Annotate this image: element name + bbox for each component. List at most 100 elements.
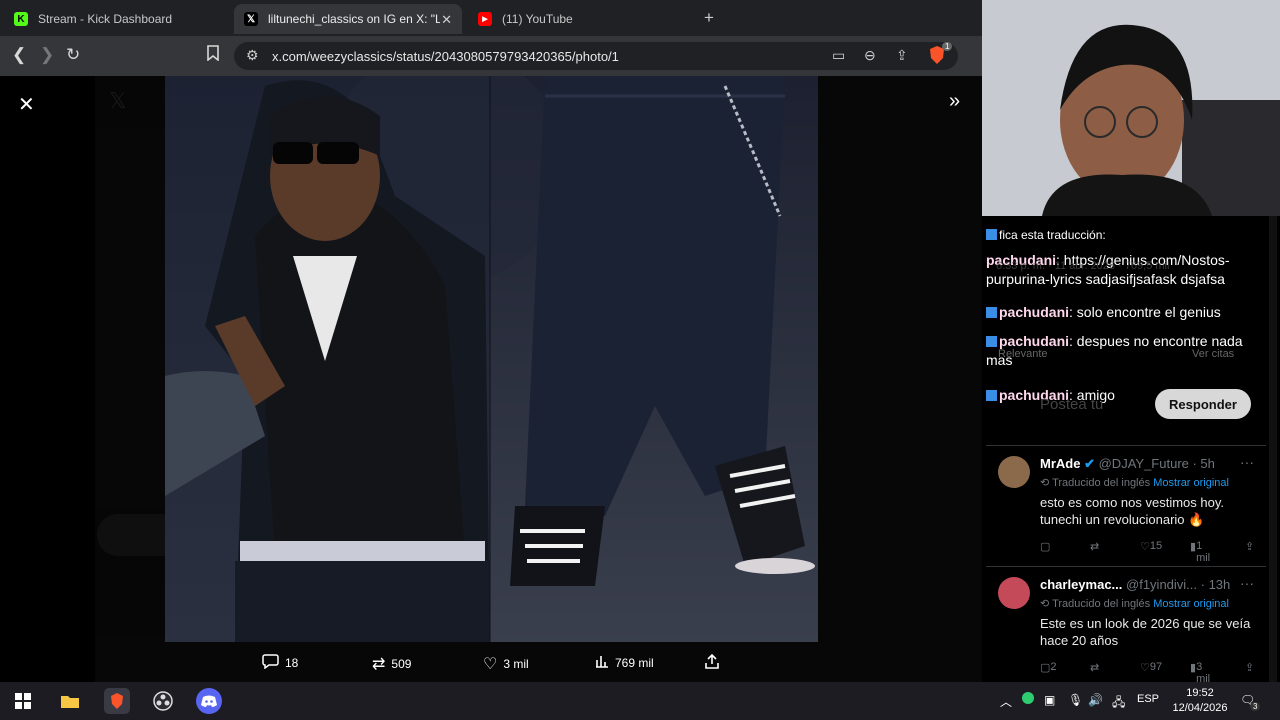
windows-taskbar: ︿ ▣ 🎙 🔊 🖧 ESP 19:52 12/04/2026 🗨 3: [0, 682, 1280, 720]
reply-count: 18: [285, 656, 299, 670]
app-tray-icon[interactable]: ▣: [1044, 693, 1055, 707]
translation-note: ⟲ Traducido del inglés Mostrar original: [1040, 598, 1229, 610]
file-explorer-icon[interactable]: [57, 688, 83, 714]
avatar[interactable]: [998, 577, 1030, 609]
system-clock[interactable]: 19:52 12/04/2026: [1170, 686, 1230, 716]
back-arrow-icon[interactable]: ❮: [12, 45, 26, 65]
views-action[interactable]: 769 mil: [595, 654, 654, 671]
obs-icon[interactable]: [150, 688, 176, 714]
share-icon[interactable]: ⇪: [1245, 540, 1254, 553]
windows-start-icon[interactable]: [10, 688, 36, 714]
address-bar[interactable]: ⚙ x.com/weezyclassics/status/20430805797…: [234, 42, 958, 70]
view-count: 769 mil: [615, 655, 654, 670]
close-photo-icon[interactable]: ✕: [18, 92, 35, 117]
url-text[interactable]: x.com/weezyclassics/status/2043080579793…: [272, 49, 619, 64]
share-icon[interactable]: ⇪: [1245, 661, 1254, 674]
reply-action[interactable]: 18: [262, 654, 298, 672]
discord-icon[interactable]: [196, 688, 222, 714]
view-quotes-link[interactable]: Ver citas: [1192, 348, 1234, 360]
heart-icon[interactable]: ♡ 15: [1140, 540, 1162, 553]
forward-arrow-icon[interactable]: ❯: [40, 45, 54, 65]
like-count: 3 mil: [503, 657, 529, 671]
close-tab-icon[interactable]: ✕: [441, 12, 452, 28]
translate-icon: ⟲: [1040, 477, 1050, 489]
webcam-overlay: [982, 0, 1280, 216]
youtube-icon: ▶: [478, 12, 492, 26]
more-options-icon[interactable]: ···: [1240, 454, 1254, 470]
tab-label: Stream - Kick Dashboard: [38, 12, 173, 26]
like-action[interactable]: ♡ 3 mil: [483, 654, 529, 674]
moderator-badge-icon: [986, 307, 997, 318]
x-logo-icon: 𝕏: [244, 12, 258, 26]
translation-note: ⟲ Traducido del inglés Mostrar original: [1040, 477, 1229, 489]
share-icon[interactable]: ⇪: [896, 47, 908, 64]
sort-dropdown[interactable]: Relevante: [998, 348, 1048, 360]
chart-icon: [595, 654, 609, 671]
bookmark-icon[interactable]: [206, 45, 220, 66]
more-options-icon[interactable]: ···: [1240, 575, 1254, 591]
post-meta: 6:33 p. m. · 11 abr. 2026 · 769,5 mil: [996, 260, 1170, 272]
comment-icon[interactable]: ▢ 2: [1040, 661, 1057, 674]
reload-icon[interactable]: ↻: [66, 45, 80, 65]
microphone-icon[interactable]: 🎙: [1068, 693, 1083, 707]
translate-icon: ⟲: [1040, 598, 1050, 610]
right-panel: fica esta traducción: pachudani: https:/…: [982, 0, 1280, 682]
photo-action-bar: 18 ⇄ 509 ♡ 3 mil 769 mil: [0, 642, 982, 682]
site-settings-icon[interactable]: ⚙: [246, 47, 259, 64]
repost-icon: ⇄: [372, 656, 386, 673]
reply-author[interactable]: charleymac... @f1yindivi... · 13h: [1040, 577, 1230, 592]
tab-label: liltunechi_classics on IG en X: "Li: [268, 12, 440, 26]
chat-message: pachudani: solo encontre el genius: [986, 303, 1221, 322]
browser-toolbar: ❮ ❯ ↻ ⚙ x.com/weezyclassics/status/20430…: [0, 36, 982, 76]
repost-icon[interactable]: ⇄: [1090, 540, 1099, 553]
moderator-badge-icon: [986, 229, 997, 240]
new-tab-button[interactable]: +: [704, 8, 714, 28]
heart-icon: ♡: [483, 656, 498, 673]
tab-label: (11) YouTube: [502, 12, 573, 26]
x-photo-viewer: 𝕏 ✕ » 18 ⇄ 509 ♡ 3 mil 769 mil: [0, 76, 982, 682]
reply-actions: ▢ ⇄ ♡ 15 ▮ 1 mil ⇪: [1040, 540, 1260, 564]
avatar[interactable]: [998, 456, 1030, 488]
comment-icon: [262, 654, 279, 672]
speaker-icon[interactable]: 🔊: [1088, 693, 1103, 707]
verified-badge-icon: ✔: [1084, 456, 1095, 471]
post-photo[interactable]: [165, 76, 818, 642]
reply-compose-placeholder[interactable]: Postea tu: [1040, 396, 1103, 413]
moderator-badge-icon: [986, 390, 997, 401]
tab-kick-dashboard[interactable]: K Stream - Kick Dashboard: [4, 4, 232, 34]
cast-icon[interactable]: ▭: [832, 47, 845, 64]
repost-action[interactable]: ⇄ 509: [372, 654, 411, 674]
heart-icon[interactable]: ♡ 97: [1140, 661, 1162, 674]
browser-tab-bar: K Stream - Kick Dashboard 𝕏 liltunechi_c…: [0, 0, 982, 36]
expand-sidebar-icon[interactable]: »: [949, 90, 960, 113]
show-original-link[interactable]: Mostrar original: [1153, 477, 1229, 489]
share-icon: [705, 653, 719, 672]
x-logo-icon: 𝕏: [109, 88, 127, 113]
brave-badge: 1: [942, 42, 953, 51]
kick-icon: K: [14, 12, 28, 26]
language-indicator[interactable]: ESP: [1137, 693, 1159, 705]
network-icon[interactable]: 🖧: [1112, 693, 1125, 714]
tab-x-post[interactable]: 𝕏 liltunechi_classics on IG en X: "Li ✕: [234, 4, 462, 34]
views-icon[interactable]: ▮ 3 mil: [1190, 661, 1210, 682]
comment-icon[interactable]: ▢: [1040, 540, 1050, 553]
repost-icon[interactable]: ⇄: [1090, 661, 1099, 674]
share-action[interactable]: [705, 653, 719, 672]
brave-browser-icon[interactable]: [104, 688, 130, 714]
reply-post[interactable]: charleymac... @f1yindivi... · 13h ··· ⟲ …: [986, 566, 1266, 682]
notification-count: 3: [1250, 702, 1261, 711]
repost-count: 509: [391, 657, 412, 671]
scrollbar[interactable]: [1269, 216, 1277, 682]
show-original-link[interactable]: Mostrar original: [1153, 598, 1229, 610]
reply-actions: ▢ 2 ⇄ ♡ 97 ▮ 3 mil ⇪: [1040, 661, 1260, 682]
status-dot-icon[interactable]: [1022, 692, 1034, 704]
tab-youtube[interactable]: ▶ (11) YouTube: [468, 4, 696, 34]
moderator-badge-icon: [986, 336, 997, 347]
reply-submit-button[interactable]: Responder: [1155, 389, 1251, 419]
reply-author[interactable]: MrAde ✔ @DJAY_Future · 5h: [1040, 456, 1215, 472]
reply-text: esto es como nos vestimos hoy. tunechi u…: [1040, 495, 1225, 527]
views-icon[interactable]: ▮ 1 mil: [1190, 540, 1210, 564]
show-hidden-icons[interactable]: ︿: [1000, 693, 1012, 710]
reply-post[interactable]: MrAde ✔ @DJAY_Future · 5h ··· ⟲ Traducid…: [986, 445, 1266, 565]
zoom-icon[interactable]: ⊖: [864, 47, 876, 64]
